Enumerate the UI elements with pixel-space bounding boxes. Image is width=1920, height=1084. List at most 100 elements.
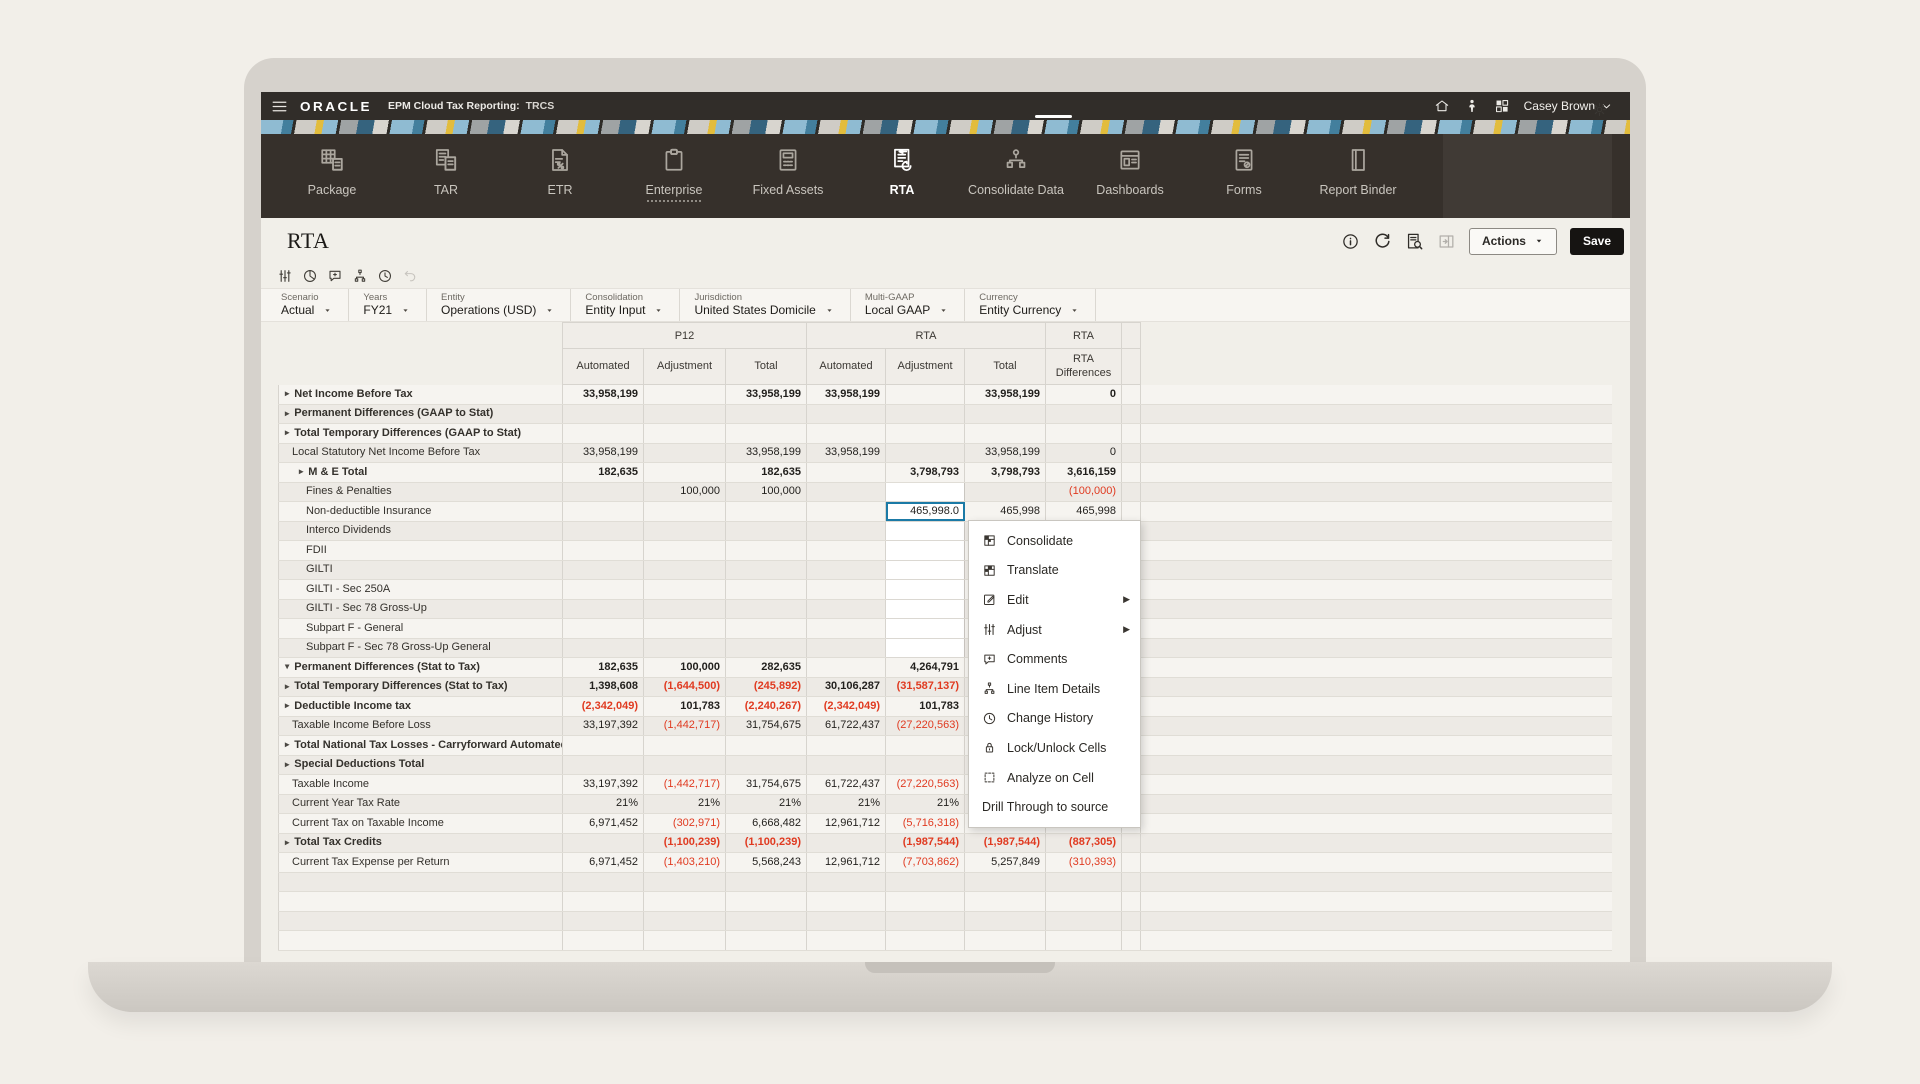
grid-cell-gap[interactable] — [1122, 872, 1141, 892]
expand-toggle-collapsed-icon[interactable]: ▸ — [285, 838, 289, 847]
grid-cell[interactable] — [644, 619, 726, 639]
context-menu-item-translate[interactable]: Translate — [969, 556, 1140, 586]
grid-cell[interactable]: (245,892) — [726, 677, 807, 697]
grid-cell[interactable]: 0 — [1046, 385, 1122, 405]
grid-cell-trailing[interactable] — [1141, 580, 1612, 600]
row-header[interactable]: ▸Deductible Income tax — [279, 697, 563, 717]
grid-cell[interactable] — [644, 560, 726, 580]
grid-cell[interactable] — [807, 911, 886, 931]
pov-member-multi-gaap[interactable]: Multi-GAAPLocal GAAP — [865, 289, 965, 321]
grid-cell-trailing[interactable] — [1141, 814, 1612, 834]
grid-cell-trailing[interactable] — [1141, 443, 1612, 463]
grid-cell[interactable] — [726, 736, 807, 756]
grid-cell[interactable]: 33,958,199 — [807, 443, 886, 463]
grid-cell[interactable] — [644, 424, 726, 444]
grid-cell-trailing[interactable] — [1141, 404, 1612, 424]
grid-cell[interactable]: (27,220,563) — [886, 775, 965, 795]
grid-cell[interactable]: 101,783 — [644, 697, 726, 717]
grid-cell[interactable] — [886, 580, 965, 600]
grid-cell[interactable] — [644, 580, 726, 600]
save-button[interactable]: Save — [1570, 228, 1624, 255]
grid-cell-trailing[interactable] — [1141, 872, 1612, 892]
grid-cell[interactable] — [644, 463, 726, 483]
grid-cell[interactable]: 6,971,452 — [563, 853, 644, 873]
grid-cell[interactable] — [886, 443, 965, 463]
grid-cell[interactable] — [644, 443, 726, 463]
grid-cell[interactable] — [726, 911, 807, 931]
grid-cell[interactable]: 3,798,793 — [965, 463, 1046, 483]
row-header[interactable]: Current Tax on Taxable Income — [279, 814, 563, 834]
org-chart-icon[interactable] — [352, 268, 368, 284]
grid-cell[interactable]: 21% — [726, 794, 807, 814]
grid-cell[interactable] — [563, 638, 644, 658]
grid-cell[interactable] — [886, 911, 965, 931]
grid-cell[interactable] — [644, 599, 726, 619]
row-header[interactable]: Local Statutory Net Income Before Tax — [279, 443, 563, 463]
grid-cell[interactable]: (1,100,239) — [726, 833, 807, 853]
grid-cell-gap[interactable] — [1122, 463, 1141, 483]
grid-cell-trailing[interactable] — [1141, 794, 1612, 814]
grid-cell[interactable]: (1,442,717) — [644, 716, 726, 736]
grid-cell[interactable]: (27,220,563) — [886, 716, 965, 736]
expand-toggle-collapsed-icon[interactable]: ▸ — [285, 740, 289, 749]
grid-cell-trailing[interactable] — [1141, 463, 1612, 483]
grid-cell[interactable] — [807, 931, 886, 951]
row-header[interactable]: Subpart F - General — [279, 619, 563, 639]
accessibility-person-icon[interactable] — [1464, 98, 1480, 114]
grid-cell-gap[interactable] — [1122, 385, 1141, 405]
grid-cell-trailing[interactable] — [1141, 931, 1612, 951]
grid-cell[interactable] — [644, 911, 726, 931]
grid-cell[interactable] — [807, 580, 886, 600]
grid-cell[interactable] — [965, 892, 1046, 912]
grid-cell[interactable] — [726, 619, 807, 639]
grid-cell[interactable]: 100,000 — [644, 658, 726, 678]
grid-cell[interactable] — [644, 502, 726, 522]
grid-cell[interactable]: 33,197,392 — [563, 716, 644, 736]
context-menu-item-comments[interactable]: Comments — [969, 644, 1140, 674]
grid-cell-trailing[interactable] — [1141, 892, 1612, 912]
grid-cell-gap[interactable] — [1122, 911, 1141, 931]
grid-cell-gap[interactable] — [1122, 482, 1141, 502]
grid-cell-trailing[interactable] — [1141, 716, 1612, 736]
grid-cell[interactable] — [886, 872, 965, 892]
row-header[interactable]: ▸Total Temporary Differences (GAAP to St… — [279, 424, 563, 444]
grid-cell[interactable]: 182,635 — [726, 463, 807, 483]
grid-cell[interactable] — [644, 736, 726, 756]
grid-cell[interactable] — [886, 541, 965, 561]
grid-cell-trailing[interactable] — [1141, 755, 1612, 775]
grid-cell-trailing[interactable] — [1141, 502, 1612, 522]
grid-cell[interactable] — [807, 404, 886, 424]
grid-cell[interactable]: (1,442,717) — [644, 775, 726, 795]
row-header[interactable]: GILTI - Sec 78 Gross-Up — [279, 599, 563, 619]
grid-cell[interactable] — [886, 560, 965, 580]
expand-toggle-expanded-icon[interactable]: ▾ — [285, 662, 289, 671]
grid-cell-gap[interactable] — [1122, 853, 1141, 873]
grid-cell[interactable] — [807, 463, 886, 483]
grid-cell-trailing[interactable] — [1141, 833, 1612, 853]
grid-cell[interactable] — [886, 619, 965, 639]
grid-cell[interactable]: (310,393) — [1046, 853, 1122, 873]
nav-item-package[interactable]: Package — [275, 134, 389, 218]
grid-cell-gap[interactable] — [1122, 502, 1141, 522]
grid-cell[interactable] — [807, 424, 886, 444]
form-search-icon[interactable] — [1405, 232, 1424, 251]
grid-cell[interactable] — [807, 638, 886, 658]
row-header[interactable]: Current Year Tax Rate — [279, 794, 563, 814]
grid-cell[interactable] — [1046, 911, 1122, 931]
grid-cell[interactable]: 33,197,392 — [563, 775, 644, 795]
grid-cell[interactable]: (2,240,267) — [726, 697, 807, 717]
grid-cell[interactable] — [886, 599, 965, 619]
context-menu-item-edit[interactable]: Edit▶ — [969, 585, 1140, 615]
hamburger-menu-icon[interactable] — [271, 98, 288, 115]
grid-cell[interactable] — [644, 755, 726, 775]
grid-cell[interactable]: 61,722,437 — [807, 716, 886, 736]
grid-cell[interactable] — [563, 521, 644, 541]
grid-cell[interactable]: 6,971,452 — [563, 814, 644, 834]
grid-cell[interactable] — [644, 892, 726, 912]
nav-item-etr[interactable]: ETR — [503, 134, 617, 218]
grid-cell[interactable]: (887,305) — [1046, 833, 1122, 853]
grid-cell[interactable] — [886, 892, 965, 912]
grid-cell[interactable] — [563, 911, 644, 931]
grid-cell[interactable] — [807, 619, 886, 639]
grid-cell[interactable]: (1,987,544) — [886, 833, 965, 853]
